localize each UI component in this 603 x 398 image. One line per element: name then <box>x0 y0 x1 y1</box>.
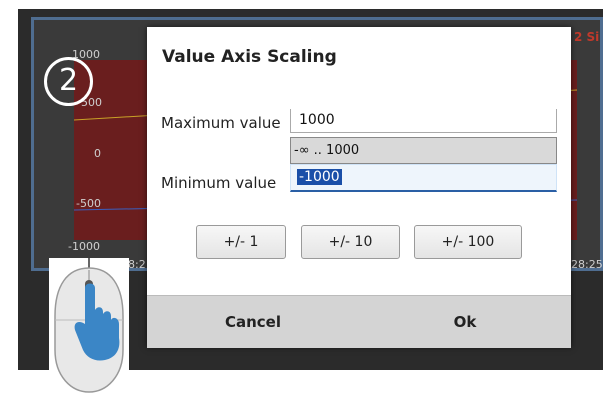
maximum-value-label: Maximum value <box>161 114 281 132</box>
cancel-button[interactable]: Cancel <box>147 296 359 348</box>
ok-button[interactable]: Ok <box>359 296 571 348</box>
plus-minus-1-button[interactable]: +/- 1 <box>196 225 286 259</box>
y-tick-minus-500: -500 <box>76 197 101 210</box>
step-2-badge: 2 <box>44 57 93 106</box>
x-tick-right: 28:25. <box>571 258 603 271</box>
y-tick-0: 0 <box>94 147 101 160</box>
maximum-value-input[interactable]: 1000 <box>290 109 557 133</box>
minimum-value-label: Minimum value <box>161 174 277 192</box>
y-tick-minus-1000: -1000 <box>68 240 100 253</box>
minimum-value-selection: -1000 <box>297 169 342 185</box>
value-axis-scaling-dialog: Value Axis Scaling Maximum value 1000 -∞… <box>147 27 571 348</box>
mouse-click-icon <box>49 258 129 394</box>
minimum-value-input[interactable]: -1000 <box>290 164 557 192</box>
legend-label: 2 Si <box>574 30 600 44</box>
plus-minus-100-button[interactable]: +/- 100 <box>414 225 522 259</box>
plus-minus-10-button[interactable]: +/- 10 <box>301 225 400 259</box>
dialog-title: Value Axis Scaling <box>162 47 337 67</box>
range-hint: -∞ .. 1000 <box>290 137 557 164</box>
dialog-footer: Cancel Ok <box>147 295 571 348</box>
